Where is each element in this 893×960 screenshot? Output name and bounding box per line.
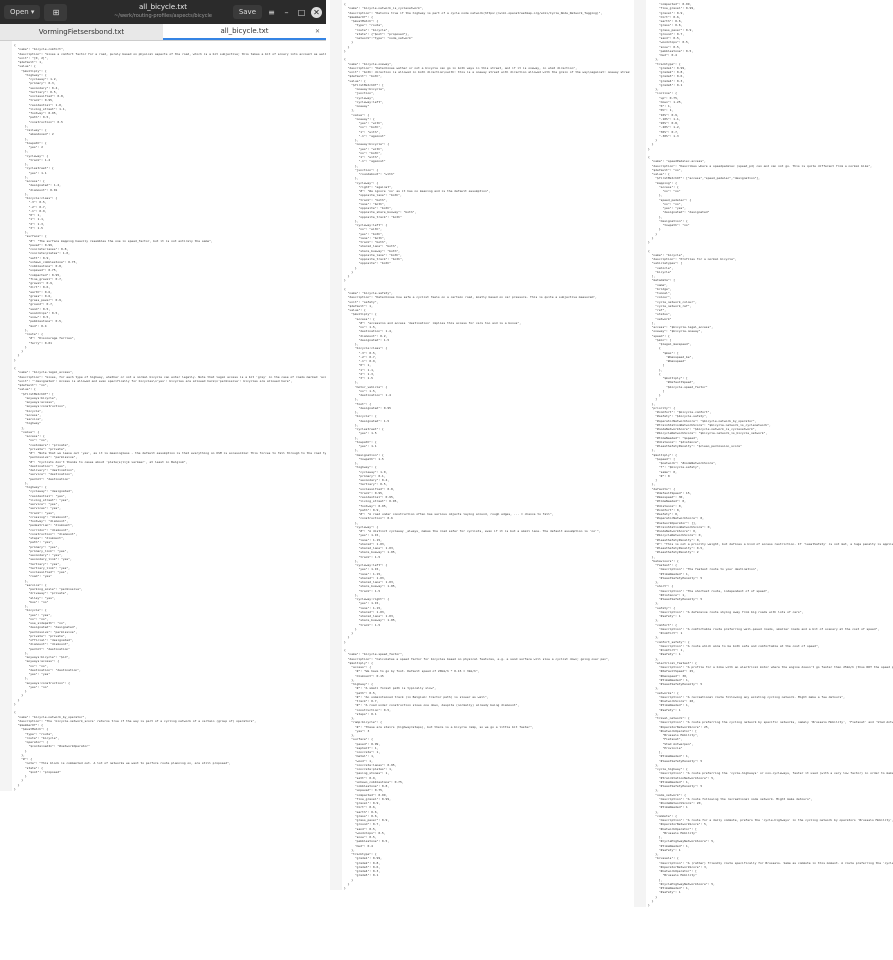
- open-button-label: Open: [10, 8, 29, 16]
- text-area-left[interactable]: { "name": "bicycle.comfort", "descriptio…: [0, 41, 326, 791]
- editor-pane-right: "compacted": 0.99, "fine_gravel": 0.99, …: [634, 0, 893, 960]
- maximize-icon[interactable]: □: [296, 7, 307, 18]
- line-number-gutter: [330, 0, 342, 891]
- text-area-middle[interactable]: { "name": "bicycle.network_is_cyclenetwo…: [330, 0, 630, 891]
- close-tab-icon[interactable]: ✕: [315, 28, 320, 35]
- code-text[interactable]: { "name": "bicycle.comfort", "descriptio…: [0, 41, 326, 791]
- line-number-gutter: [0, 41, 12, 791]
- code-text[interactable]: { "name": "bicycle.network_is_cyclenetwo…: [330, 0, 630, 890]
- minimize-icon[interactable]: –: [281, 7, 292, 18]
- line-number-gutter: [634, 0, 646, 908]
- close-icon[interactable]: ✕: [311, 6, 322, 18]
- text-area-right[interactable]: "compacted": 0.99, "fine_gravel": 0.99, …: [634, 0, 893, 908]
- editor-window-left: Open ▾ ⊞ all_bicycle.txt ~/werk/routing-…: [0, 0, 326, 960]
- tab-vormingfietsersbond[interactable]: VormingFietsersbond.txt: [0, 24, 163, 40]
- tab-label: VormingFietsersbond.txt: [38, 28, 125, 36]
- code-text[interactable]: "compacted": 0.99, "fine_gravel": 0.99, …: [634, 0, 893, 907]
- editor-pane-middle: { "name": "bicycle.network_is_cyclenetwo…: [330, 0, 630, 960]
- tab-bar: VormingFietsersbond.txt all_bicycle.txt …: [0, 24, 326, 41]
- window-controls: Save ≡ – □ ✕: [229, 5, 326, 19]
- tab-all-bicycle[interactable]: all_bicycle.txt ✕: [163, 24, 326, 40]
- header-bar: Open ▾ ⊞ all_bicycle.txt ~/werk/routing-…: [0, 0, 326, 24]
- hamburger-icon[interactable]: ≡: [266, 7, 277, 18]
- open-button[interactable]: Open ▾: [4, 5, 41, 19]
- new-document-icon: ⊞: [52, 7, 60, 17]
- tab-label: all_bicycle.txt: [220, 27, 269, 35]
- save-button[interactable]: Save: [232, 5, 262, 19]
- new-tab-button[interactable]: ⊞: [44, 3, 68, 21]
